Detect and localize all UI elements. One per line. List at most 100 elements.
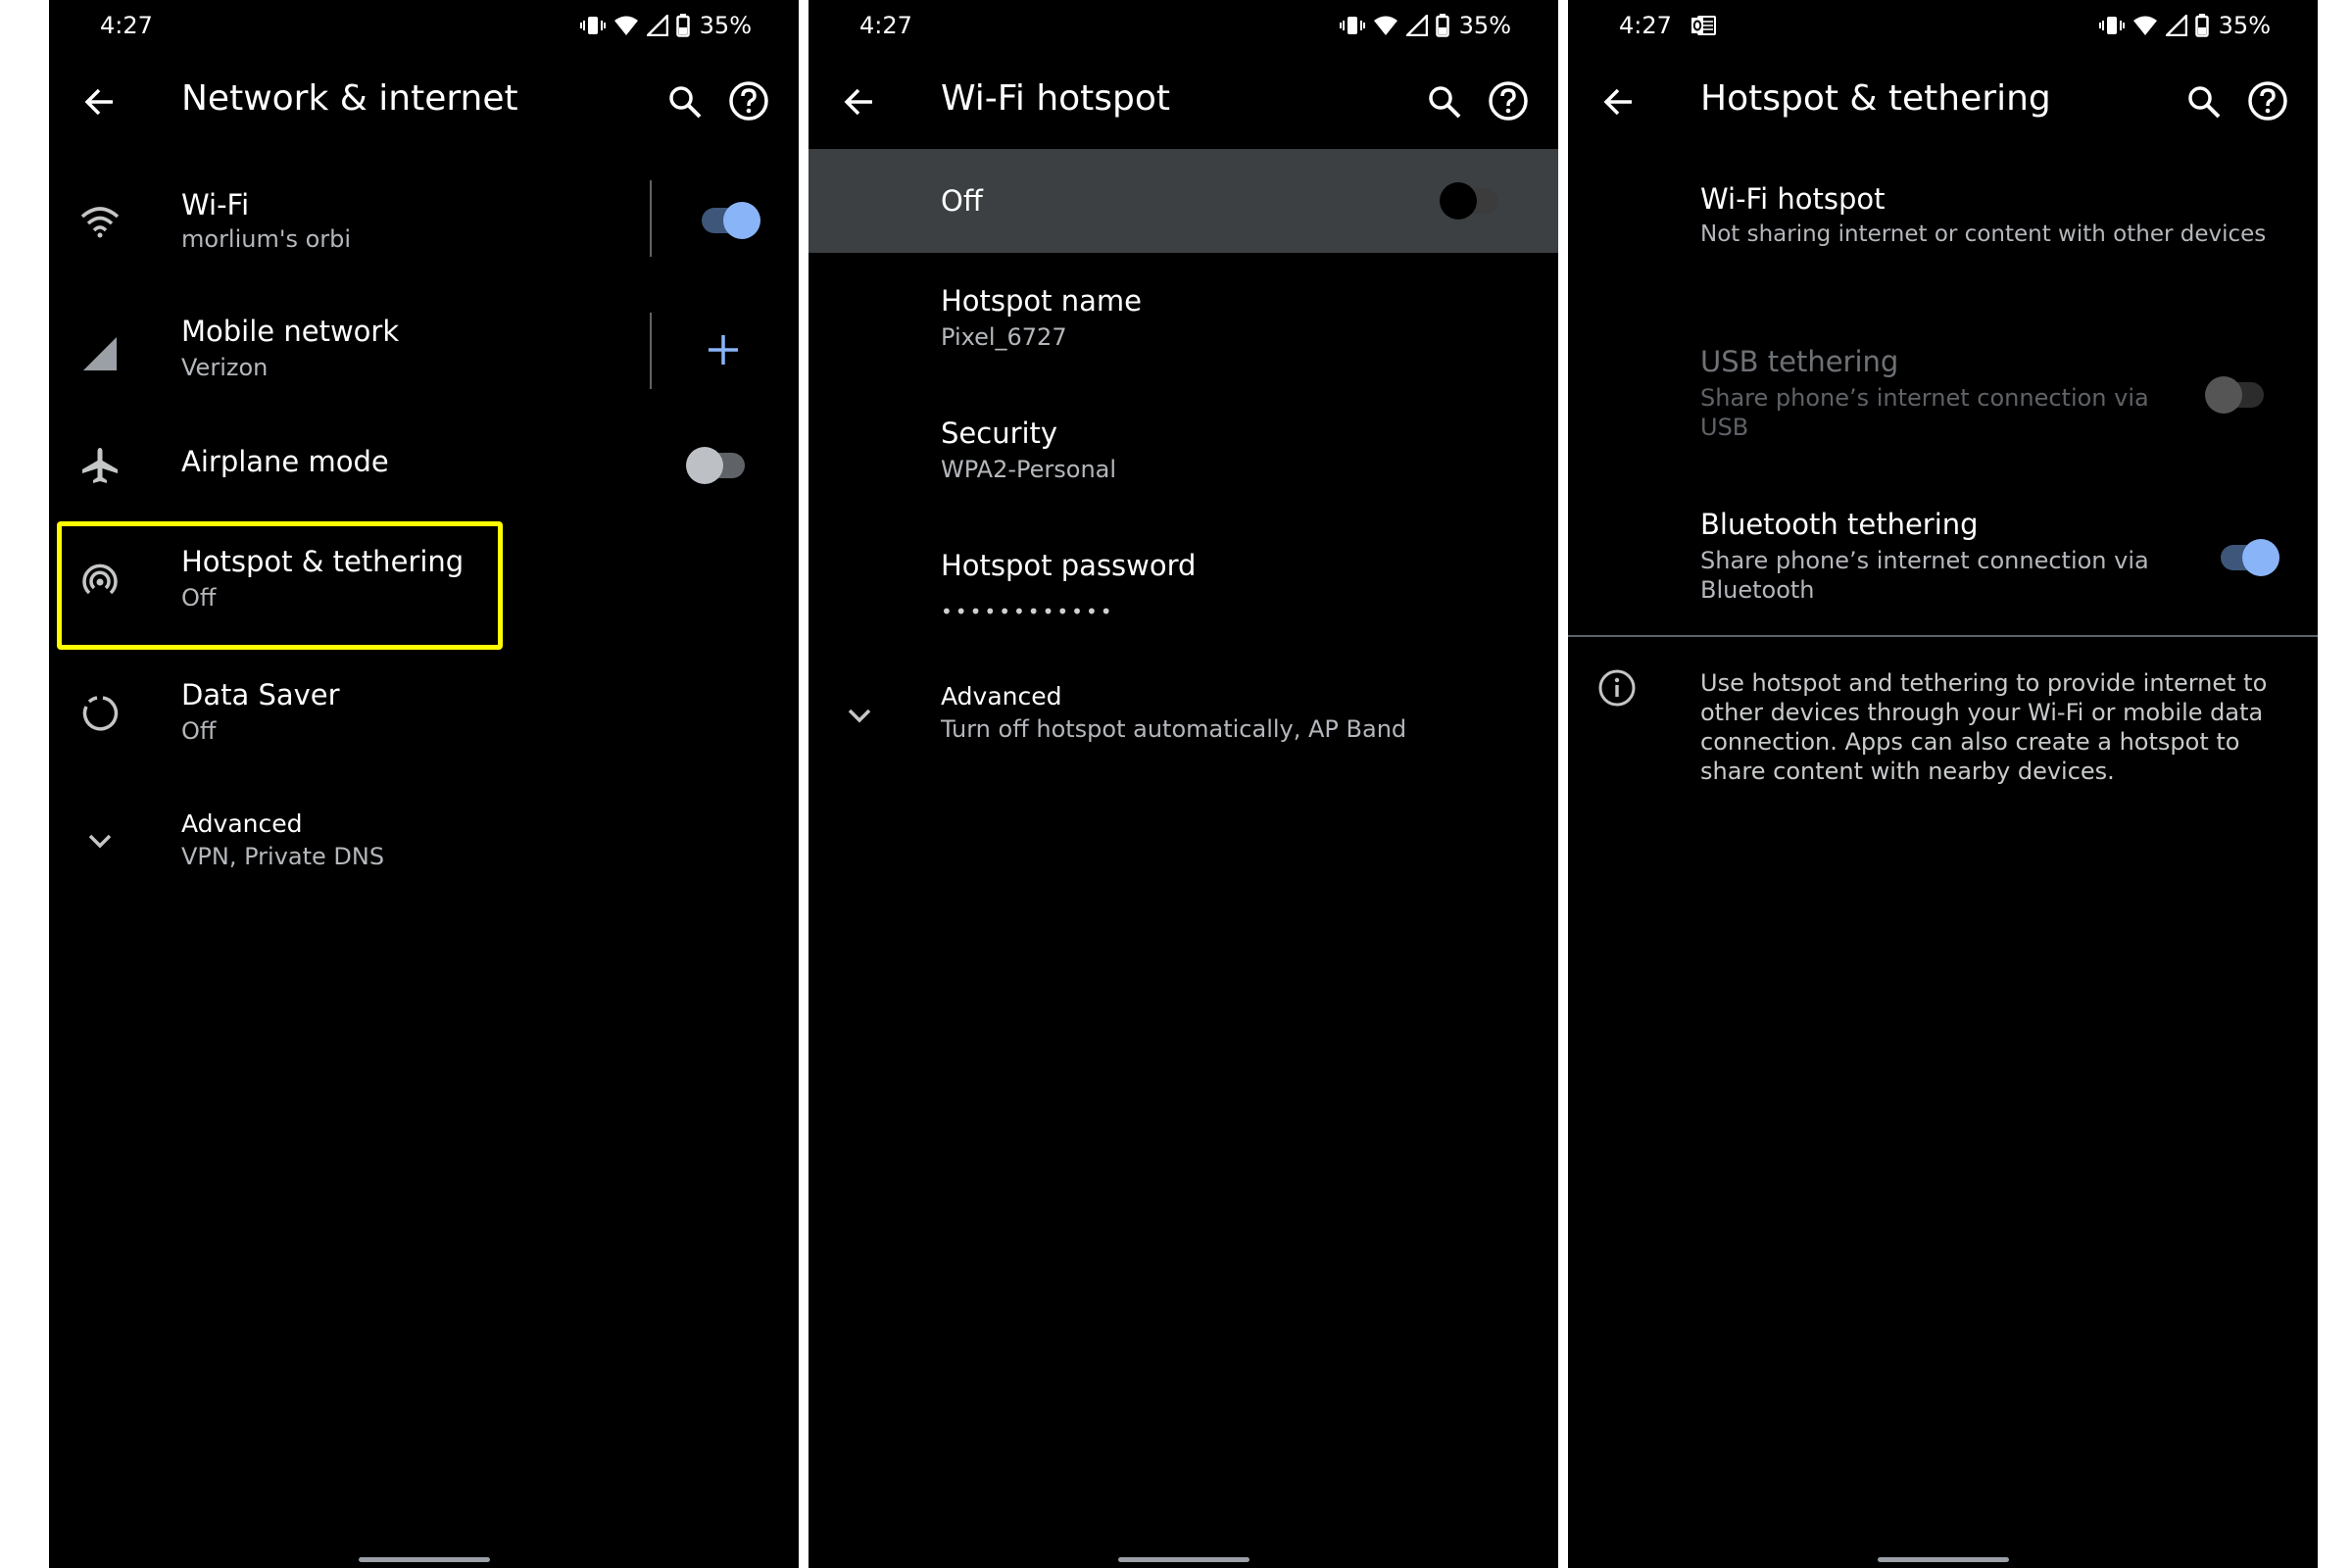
- back-arrow-icon: [1603, 88, 1632, 116]
- outlook-notification-icon: [1690, 14, 1716, 41]
- search-button[interactable]: [667, 84, 703, 123]
- airplane-icon: [78, 444, 122, 487]
- hotspot-master-toggle[interactable]: [1440, 182, 1498, 220]
- wifi-status-icon: [2132, 16, 2157, 35]
- tethering-info-text: Use hotspot and tethering to provide int…: [1700, 669, 2268, 785]
- security-row[interactable]: Security WPA2-Personal: [808, 415, 1558, 503]
- back-button[interactable]: [1601, 84, 1637, 123]
- advanced-subtitle: VPN, Private DNS: [181, 843, 385, 870]
- master-switch-label: Off: [941, 184, 983, 218]
- mobile-network-row[interactable]: Mobile network Verizon: [49, 309, 799, 397]
- security-title: Security: [941, 416, 1058, 450]
- advanced-title: Advanced: [941, 682, 1062, 710]
- status-time: 4:27: [100, 12, 153, 39]
- app-bar: Hotspot & tethering: [1568, 55, 2318, 149]
- wifi-subtitle: morlium's orbi: [181, 225, 352, 253]
- back-button[interactable]: [82, 84, 118, 123]
- add-network-button[interactable]: [706, 332, 741, 371]
- data-saver-row[interactable]: Data Saver Off: [49, 670, 799, 759]
- divider: [650, 180, 652, 257]
- vibrate-icon: [1339, 17, 1365, 34]
- chevron-down-icon: [78, 819, 122, 862]
- hotspot-name-value: Pixel_6727: [941, 323, 1067, 351]
- bluetooth-tethering-subtitle-line1: Share phone’s internet connection via: [1700, 547, 2149, 574]
- hotspot-password-row[interactable]: Hotspot password: [808, 547, 1558, 615]
- security-value: WPA2-Personal: [941, 456, 1117, 483]
- status-time: 4:27: [859, 12, 912, 39]
- status-time: 4:27: [1619, 12, 1672, 39]
- usb-tethering-toggle[interactable]: [2205, 376, 2264, 414]
- advanced-row[interactable]: Advanced Turn off hotspot automatically,…: [808, 674, 1558, 762]
- usb-tethering-subtitle-line2: USB: [1700, 414, 1749, 441]
- bluetooth-tethering-row[interactable]: Bluetooth tethering Share phone’s intern…: [1568, 506, 2318, 613]
- advanced-row[interactable]: Advanced VPN, Private DNS: [49, 802, 799, 890]
- mobile-network-title: Mobile network: [181, 315, 400, 348]
- usb-tethering-row[interactable]: USB tethering Share phone’s internet con…: [1568, 343, 2318, 451]
- search-icon: [669, 86, 702, 119]
- help-icon: [729, 81, 768, 121]
- help-icon: [2248, 81, 2287, 121]
- highlight-box: [57, 521, 503, 650]
- wifi-hotspot-row[interactable]: Wi-Fi hotspot Not sharing internet or co…: [1568, 176, 2318, 265]
- screen-network-internet: 4:27 35% Network & internet Wi-Fi morliu…: [49, 0, 799, 1568]
- battery-icon: [2194, 14, 2209, 37]
- app-bar: Wi-Fi hotspot: [808, 55, 1558, 149]
- screen-hotspot-tethering: 4:27 35% Hotspot & tethering Wi-Fi hotsp…: [1568, 0, 2318, 1568]
- cell-signal-icon: [646, 15, 668, 36]
- wifi-hotspot-subtitle: Not sharing internet or content with oth…: [1700, 221, 2267, 247]
- toggle-thumb: [2242, 539, 2279, 576]
- signal-icon: [78, 332, 122, 375]
- section-divider: [1568, 635, 2318, 637]
- battery-percent: 35%: [1458, 12, 1511, 39]
- app-bar: Network & internet: [49, 55, 799, 149]
- bluetooth-tethering-subtitle-line2: Bluetooth: [1700, 576, 1815, 604]
- info-icon: [1597, 668, 1637, 711]
- back-arrow-icon: [844, 88, 872, 116]
- status-bar: 4:27 35%: [49, 0, 799, 55]
- gesture-bar[interactable]: [1117, 1557, 1250, 1562]
- back-button[interactable]: [842, 84, 877, 123]
- wifi-title: Wi-Fi: [181, 188, 250, 221]
- master-switch-bar[interactable]: Off: [808, 149, 1558, 253]
- battery-percent: 35%: [699, 12, 752, 39]
- hotspot-password-title: Hotspot password: [941, 549, 1197, 582]
- bluetooth-tethering-title: Bluetooth tethering: [1700, 508, 1979, 541]
- wifi-hotspot-title: Wi-Fi hotspot: [1700, 182, 1886, 216]
- gesture-bar[interactable]: [1877, 1557, 2009, 1562]
- airplane-mode-toggle[interactable]: [686, 447, 745, 484]
- help-button[interactable]: [1488, 80, 1529, 125]
- page-title: Network & internet: [181, 78, 518, 119]
- battery-icon: [675, 14, 690, 37]
- help-button[interactable]: [728, 80, 769, 125]
- status-icons: 35%: [2098, 12, 2271, 39]
- toggle-thumb: [723, 202, 760, 239]
- search-icon: [1429, 86, 1461, 119]
- advanced-title: Advanced: [181, 809, 303, 838]
- divider: [650, 313, 652, 389]
- advanced-subtitle: Turn off hotspot automatically, AP Band: [941, 715, 1407, 743]
- wifi-icon: [78, 200, 122, 243]
- help-button[interactable]: [2247, 80, 2288, 125]
- help-icon: [1489, 81, 1528, 121]
- back-arrow-icon: [84, 88, 113, 116]
- wifi-row[interactable]: Wi-Fi morlium's orbi: [49, 176, 799, 265]
- airplane-mode-row[interactable]: Airplane mode: [49, 431, 799, 500]
- hotspot-name-row[interactable]: Hotspot name Pixel_6727: [808, 282, 1558, 370]
- wifi-status-icon: [613, 16, 638, 35]
- airplane-mode-title: Airplane mode: [181, 445, 389, 478]
- wifi-toggle[interactable]: [702, 202, 760, 239]
- hotspot-name-title: Hotspot name: [941, 284, 1143, 318]
- battery-percent: 35%: [2218, 12, 2271, 39]
- search-button[interactable]: [1427, 84, 1462, 123]
- page-title: Hotspot & tethering: [1700, 78, 2051, 119]
- status-bar: 4:27 35%: [1568, 0, 2318, 55]
- gesture-bar[interactable]: [358, 1557, 490, 1562]
- data-saver-title: Data Saver: [181, 678, 340, 711]
- wifi-status-icon: [1373, 16, 1397, 35]
- page-title: Wi-Fi hotspot: [941, 78, 1171, 119]
- screen-wifi-hotspot: 4:27 35% Wi-Fi hotspot Off Hotspot name …: [808, 0, 1558, 1568]
- bluetooth-tethering-toggle[interactable]: [2221, 539, 2279, 576]
- search-button[interactable]: [2186, 84, 2222, 123]
- cell-signal-icon: [2165, 15, 2187, 36]
- toggle-thumb: [2205, 376, 2242, 414]
